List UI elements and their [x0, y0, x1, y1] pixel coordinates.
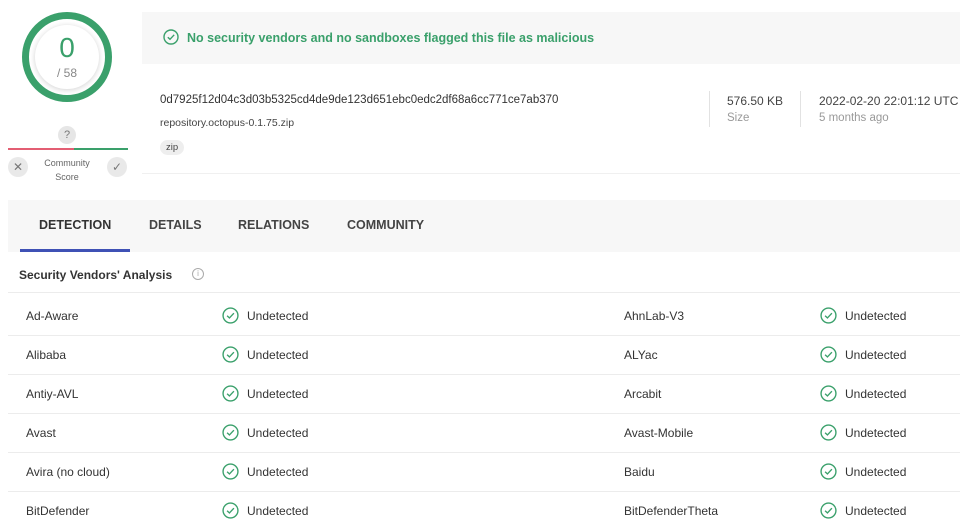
vendor-name: Avast-Mobile: [624, 426, 694, 440]
check-circle-icon: [222, 385, 239, 402]
community-score-bar: [8, 148, 128, 150]
tab-community[interactable]: COMMUNITY: [347, 200, 424, 252]
vendor-table: Ad-Aware Undetected AhnLab-V3 Undetected…: [8, 297, 960, 529]
info-divider: [709, 91, 710, 127]
check-circle-icon: [222, 424, 239, 441]
vendor-name: Baidu: [624, 465, 655, 479]
file-name: repository.octopus-0.1.75.zip: [160, 117, 295, 129]
check-circle-icon: [163, 29, 179, 45]
check-circle-icon: [222, 307, 239, 324]
report-tabs: DETECTION DETAILS RELATIONS COMMUNITY: [8, 200, 960, 252]
check-circle-icon: [820, 307, 837, 324]
analysis-relative-date: 5 months ago: [819, 112, 889, 124]
vendor-result: Undetected: [247, 348, 309, 362]
section-divider: [8, 292, 960, 293]
analysis-date: 2022-02-20 22:01:12 UTC: [819, 94, 959, 108]
check-circle-icon: [820, 424, 837, 441]
vendor-name: Avira (no cloud): [26, 465, 110, 479]
tab-details[interactable]: DETAILS: [149, 200, 202, 252]
detection-score-gauge: 0 / 58: [22, 12, 112, 102]
table-row: Alibaba Undetected ALYac Undetected: [8, 336, 960, 375]
check-circle-icon: [820, 502, 837, 519]
vendor-result: Undetected: [845, 309, 907, 323]
vendor-result: Undetected: [845, 348, 907, 362]
file-hash[interactable]: 0d7925f12d04c3d03b5325cd4de9de123d651ebc…: [160, 94, 558, 106]
verdict-banner: No security vendors and no sandboxes fla…: [142, 12, 960, 64]
vendor-result: Undetected: [845, 504, 907, 518]
tab-detection[interactable]: DETECTION: [39, 200, 111, 252]
check-icon: ✓: [111, 160, 123, 174]
vote-malicious-button[interactable]: ✕: [8, 157, 28, 177]
vendor-name: Ad-Aware: [26, 309, 79, 323]
vendor-name: BitDefenderTheta: [624, 504, 719, 518]
vendor-name: BitDefender: [26, 504, 90, 518]
vendor-result: Undetected: [247, 309, 309, 323]
check-circle-icon: [820, 385, 837, 402]
vendor-result: Undetected: [247, 465, 309, 479]
vendor-name: Antiy-AVL: [26, 387, 79, 401]
info-icon[interactable]: i: [192, 268, 204, 280]
info-divider: [800, 91, 801, 127]
check-circle-icon: [820, 463, 837, 480]
table-row: Avira (no cloud) Undetected Baidu Undete…: [8, 453, 960, 492]
verdict-message: No security vendors and no sandboxes fla…: [187, 31, 595, 45]
table-row: Antiy-AVL Undetected Arcabit Undetected: [8, 375, 960, 414]
community-score-label-line1: Community: [44, 158, 90, 168]
file-size-value: 576.50 KB: [727, 94, 784, 108]
check-circle-icon: [222, 502, 239, 519]
vendor-result: Undetected: [247, 504, 309, 518]
detection-total: / 58: [56, 66, 77, 80]
section-title: Security Vendors' Analysis: [19, 268, 173, 282]
vendor-name: Arcabit: [624, 387, 662, 401]
check-circle-icon: [222, 346, 239, 363]
table-row: Avast Undetected Avast-Mobile Undetected: [8, 414, 960, 453]
community-score-question-icon[interactable]: ?: [58, 126, 76, 144]
detection-count: 0: [59, 32, 75, 63]
vendor-name: Avast: [26, 426, 56, 440]
file-size-label: Size: [727, 112, 750, 124]
vendor-result: Undetected: [845, 465, 907, 479]
community-score-label-line2: Score: [55, 172, 79, 182]
vendor-result: Undetected: [247, 387, 309, 401]
vendor-result: Undetected: [247, 426, 309, 440]
table-row: Ad-Aware Undetected AhnLab-V3 Undetected: [8, 297, 960, 336]
check-circle-icon: [222, 463, 239, 480]
vendor-name: ALYac: [624, 348, 658, 362]
vendor-result: Undetected: [845, 426, 907, 440]
close-icon: ✕: [12, 160, 24, 174]
community-score-label: Community Score: [36, 156, 98, 184]
table-row: BitDefender Undetected BitDefenderTheta …: [8, 492, 960, 529]
file-type-tag[interactable]: zip: [160, 140, 185, 155]
detection-score-inner: 0 / 58: [35, 25, 99, 89]
tab-relations[interactable]: RELATIONS: [238, 200, 309, 252]
vendor-result: Undetected: [845, 387, 907, 401]
check-circle-icon: [820, 346, 837, 363]
file-info-panel: 0d7925f12d04c3d03b5325cd4de9de123d651ebc…: [142, 64, 960, 174]
active-tab-indicator: [20, 249, 130, 252]
vendor-name: AhnLab-V3: [624, 309, 685, 323]
vote-harmless-button[interactable]: ✓: [107, 157, 127, 177]
vendor-name: Alibaba: [26, 348, 67, 362]
